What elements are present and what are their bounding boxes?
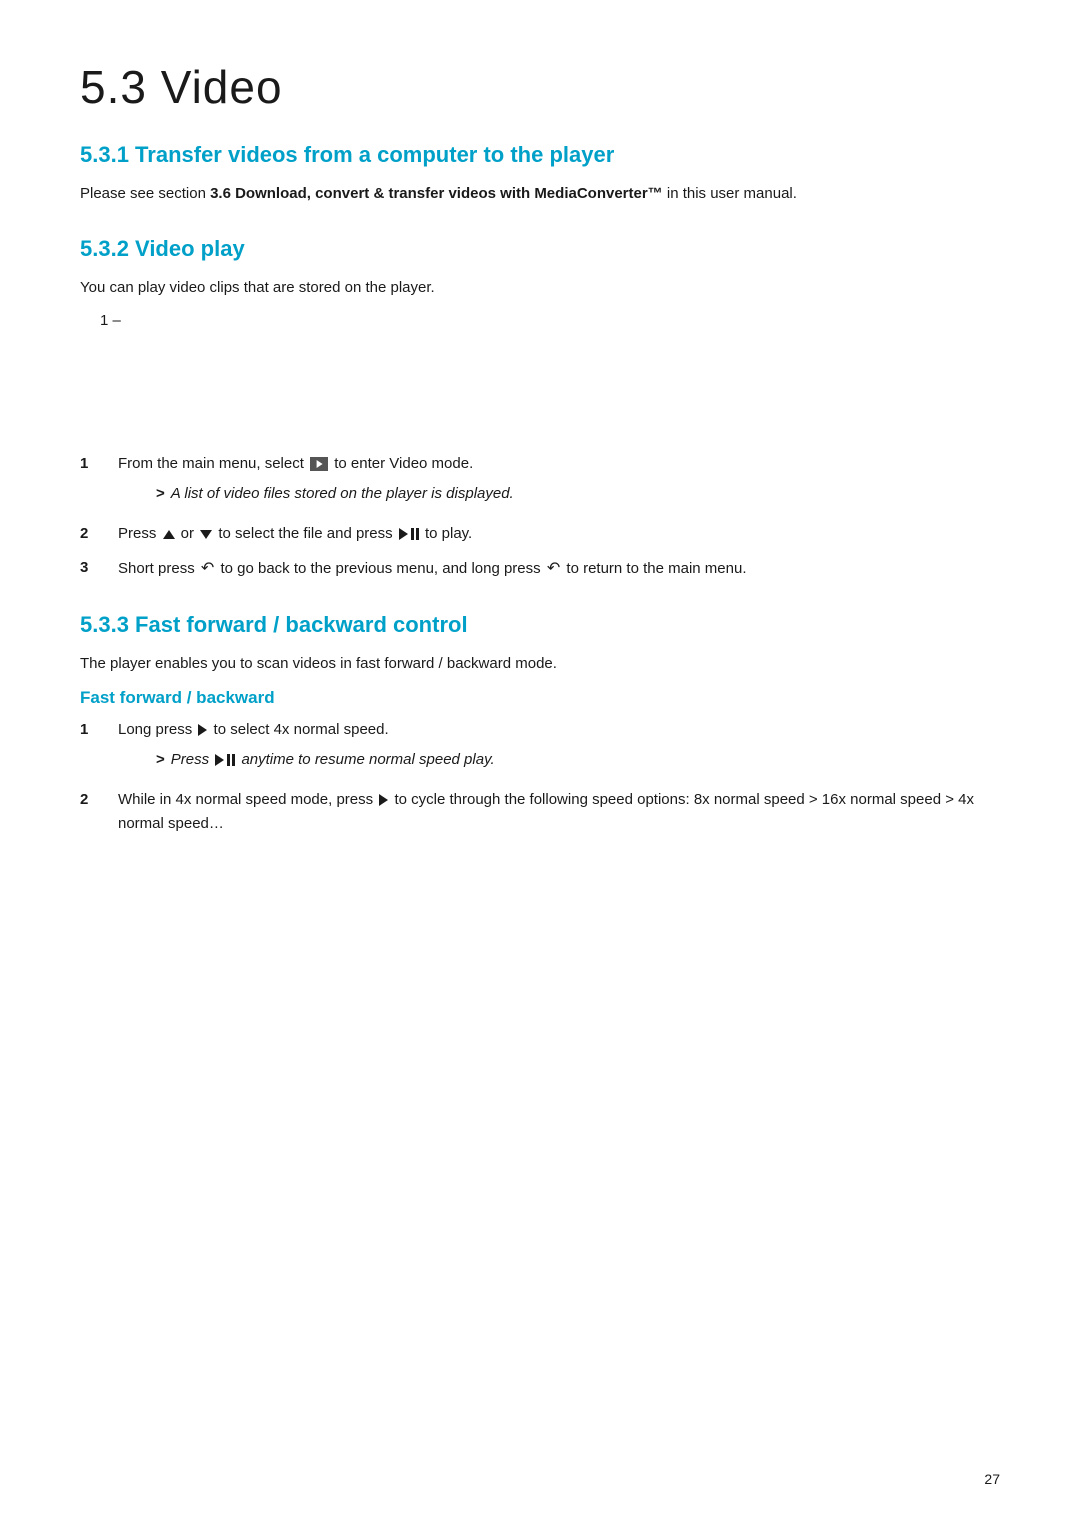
step-533-number-2: 2 [80,788,110,812]
step-532-1-content: From the main menu, select to enter Vide… [118,452,1000,512]
page-number: 27 [984,1471,1000,1487]
step-533-2-content: While in 4x normal speed mode, press to … [118,788,1000,836]
back-icon-2: ↶ [547,556,560,582]
step-532-2-content: Press or to select the file and press to… [118,522,1000,546]
step-532-2: 2 Press or to select the file and press [80,522,1000,546]
step-533-number-1: 1 [80,718,110,742]
section-532-steps: 1 From the main menu, select to enter Vi… [80,452,1000,582]
step-number-1: 1 [80,452,110,476]
section-533: 5.3.3 Fast forward / backward control Th… [80,612,1000,836]
step-533-1-result: > Press anytime to resume normal speed p… [156,748,1000,772]
section-533-steps: 1 Long press to select 4x normal speed. … [80,718,1000,836]
diagram-area: 1 – [80,312,1000,432]
play-icon-1 [198,724,207,736]
section-532-intro: You can play video clips that are stored… [80,276,1000,300]
step-532-3-content: Short press ↶ to go back to the previous… [118,556,1000,582]
pause-bars-result [227,754,235,766]
main-title: 5.3 Video [80,60,1000,114]
play-triangle [399,528,408,540]
video-mode-icon [310,457,328,471]
section-532: 5.3.2 Video play You can play video clip… [80,236,1000,582]
play-pause-icon [399,528,419,540]
section-533-intro: The player enables you to scan videos in… [80,652,1000,676]
step-533-1: 1 Long press to select 4x normal speed. … [80,718,1000,778]
section-533-title: 5.3.3 Fast forward / backward control [80,612,1000,638]
play-triangle-result [215,754,224,766]
down-arrow-icon [200,530,212,539]
up-arrow-icon [163,530,175,539]
play-pause-icon-result [215,754,235,766]
section-533-subsection-title: Fast forward / backward [80,688,1000,708]
diagram-label: 1 – [100,312,121,329]
step-533-2: 2 While in 4x normal speed mode, press t… [80,788,1000,836]
back-icon-1: ↶ [201,556,214,582]
pause-bars [411,528,419,540]
step-532-1-result: > A list of video files stored on the pl… [156,482,1000,506]
step-532-1: 1 From the main menu, select to enter Vi… [80,452,1000,512]
step-number-3: 3 [80,556,110,580]
section-531-title: 5.3.1 Transfer videos from a computer to… [80,142,1000,168]
section-531-bold: 3.6 Download, convert & transfer videos … [210,185,663,202]
step-532-3: 3 Short press ↶ to go back to the previo… [80,556,1000,582]
section-531: 5.3.1 Transfer videos from a computer to… [80,142,1000,206]
play-icon-2 [379,794,388,806]
section-531-body: Please see section 3.6 Download, convert… [80,182,1000,206]
step-number-2: 2 [80,522,110,546]
section-532-title: 5.3.2 Video play [80,236,1000,262]
page-content: 5.3 Video 5.3.1 Transfer videos from a c… [0,0,1080,946]
step-533-1-content: Long press to select 4x normal speed. > … [118,718,1000,778]
